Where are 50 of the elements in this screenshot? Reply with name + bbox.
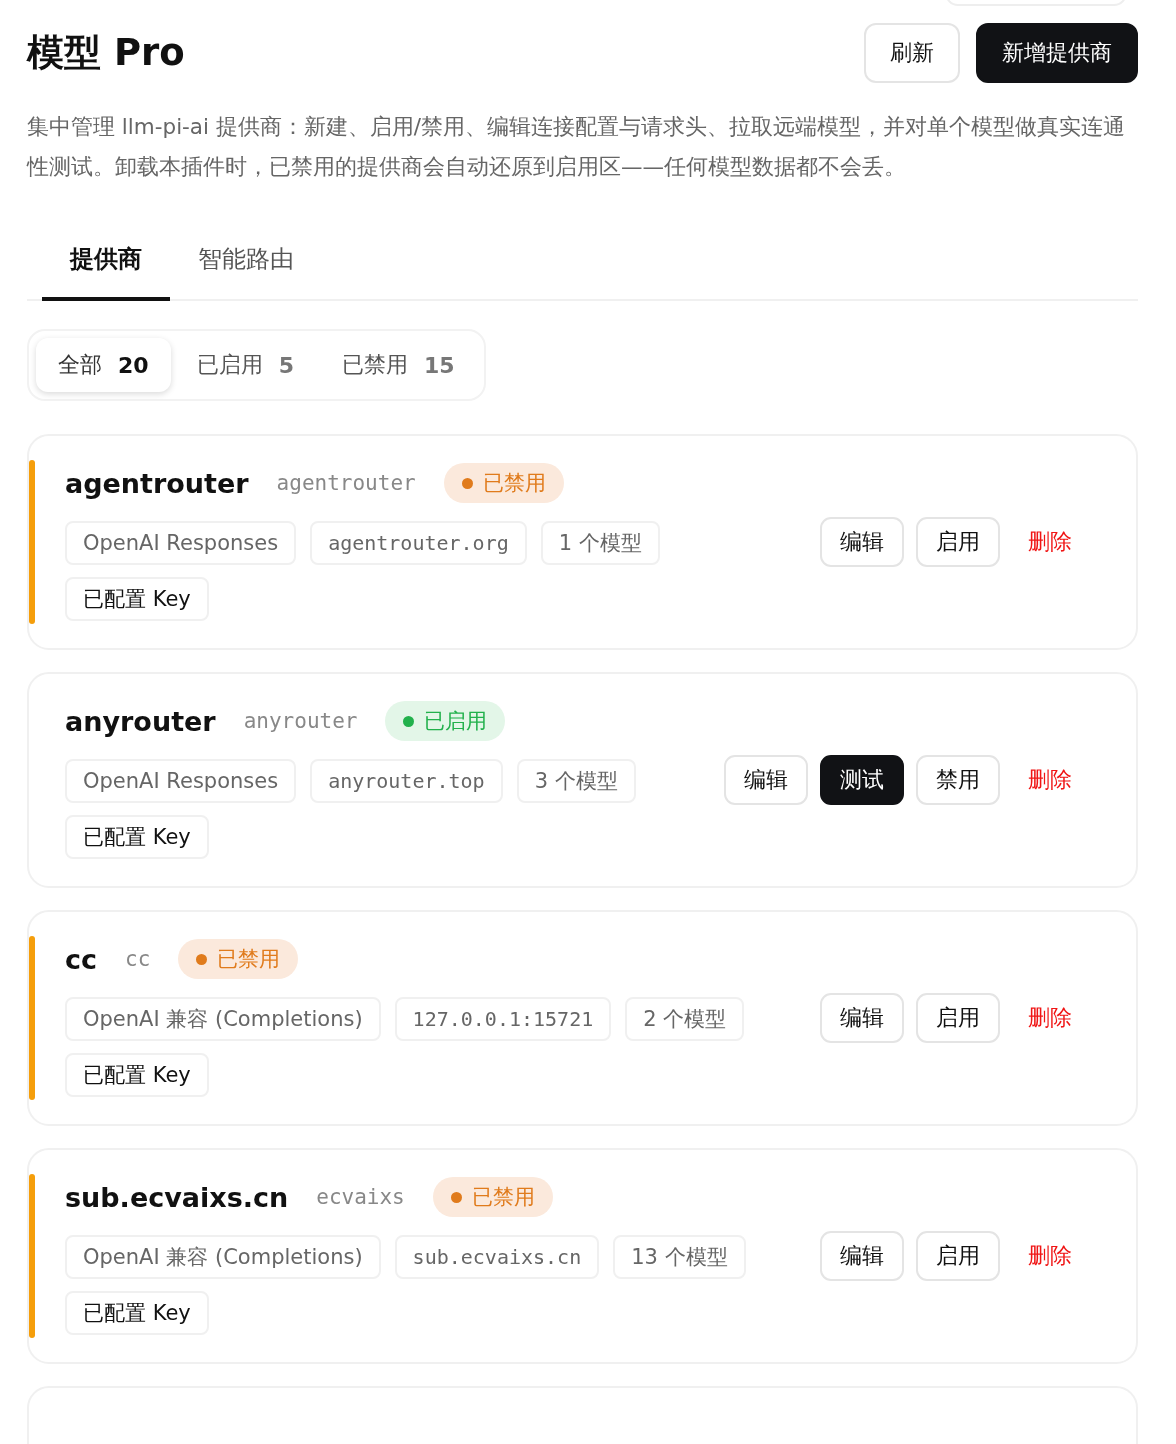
info-chip: 13 个模型 — [613, 1235, 746, 1279]
host-chip: agentrouter.org — [310, 521, 527, 565]
provider-slug: agentrouter — [276, 471, 416, 495]
delete-link[interactable]: 删除 — [1012, 517, 1088, 567]
tab[interactable]: 提供商 — [42, 229, 170, 301]
info-chip: OpenAI Responses — [65, 759, 297, 803]
action-button[interactable]: 启用 — [916, 517, 1000, 567]
page-title: 模型 Pro — [27, 30, 185, 76]
provider-name: anyrouter — [65, 705, 216, 737]
status-badge: 已启用 — [385, 701, 506, 741]
info-chip: OpenAI 兼容 (Completions) — [65, 1235, 381, 1279]
provider-name: agentrouter — [65, 467, 249, 499]
delete-link[interactable]: 删除 — [1012, 993, 1088, 1043]
info-chip: 1 个模型 — [540, 521, 660, 565]
info-chip: 3 个模型 — [516, 759, 636, 803]
action-button[interactable]: 禁用 — [916, 755, 1000, 805]
provider-slug: cc — [125, 947, 151, 971]
info-chip: OpenAI 兼容 (Completions) — [65, 997, 381, 1041]
action-button[interactable]: 编辑 — [820, 1231, 904, 1281]
host-chip: sub.ecvaixs.cn — [394, 1235, 600, 1279]
host-chip: anyrouter.top — [310, 759, 503, 803]
info-chip: 已配置 Key — [65, 1053, 209, 1097]
action-button[interactable]: 编辑 — [820, 517, 904, 567]
info-chip: OpenAI Responses — [65, 521, 297, 565]
page-description: 集中管理 llm-pi-ai 提供商：新建、启用/禁用、编辑连接配置与请求头、拉取远端模型，并对单个模型做真实连通性测试。卸载本插件时，已禁用的提供商会自动还原到启用区——任何模型数据都不会丢。 — [27, 113, 1127, 181]
action-button[interactable]: 测试 — [820, 755, 904, 805]
status-badge: 已禁用 — [432, 1177, 553, 1217]
action-button[interactable]: 启用 — [916, 993, 1000, 1043]
delete-link[interactable]: 删除 — [1012, 755, 1088, 805]
status-badge: 已禁用 — [178, 939, 299, 979]
provider-name: sub.ecvaixs.cn — [65, 1181, 289, 1213]
add-provider-button[interactable]: 新增提供商 — [976, 23, 1138, 83]
filter-option[interactable]: 已启用 5 — [174, 338, 316, 392]
status-badge: 已禁用 — [443, 463, 564, 503]
delete-link[interactable]: 删除 — [1012, 1231, 1088, 1281]
filter-option[interactable]: 已禁用 15 — [319, 338, 477, 392]
action-button[interactable]: 启用 — [916, 1231, 1000, 1281]
provider-slug: anyrouter — [243, 709, 358, 733]
info-chip: 2 个模型 — [625, 997, 745, 1041]
action-button[interactable]: 编辑 — [724, 755, 808, 805]
info-chip: 已配置 Key — [65, 1291, 209, 1335]
info-chip: 已配置 Key — [65, 577, 209, 621]
host-chip: 127.0.0.1:15721 — [394, 997, 612, 1041]
action-button[interactable]: 编辑 — [820, 993, 904, 1043]
refresh-button[interactable]: 刷新 — [864, 23, 960, 83]
filter-option[interactable]: 全部 20 — [36, 338, 171, 392]
provider-slug: ecvaixs — [316, 1185, 405, 1209]
provider-name: cc — [65, 943, 97, 975]
info-chip: 已配置 Key — [65, 815, 209, 859]
tab[interactable]: 智能路由 — [170, 229, 322, 301]
